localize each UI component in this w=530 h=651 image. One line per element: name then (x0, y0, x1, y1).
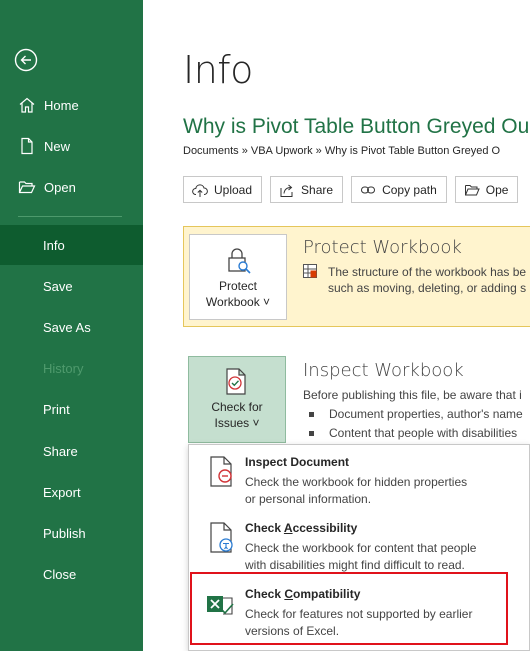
menu-item-desc-line: Check the workbook for hidden properties (245, 475, 468, 489)
protect-workbook-text-2: such as moving, deleting, or adding s (328, 281, 527, 295)
menu-item-title: Check (245, 521, 284, 535)
highlight-box (190, 572, 508, 645)
upload-button[interactable]: Upload (183, 176, 263, 203)
protect-workbook-section: Protect Workbook ˅ Protect Workbook The … (183, 226, 530, 327)
cloud-upload-icon (192, 183, 208, 197)
sidebar-item-label: New (44, 138, 71, 154)
sidebar-item-label: Info (43, 237, 65, 253)
menu-item-desc-line: or personal information. (245, 491, 372, 506)
folder-icon (464, 184, 480, 195)
check-accessibility-description: Check the workbook for content that peop… (245, 540, 476, 573)
menu-item-title: Inspect Document (245, 455, 350, 469)
document-title: Why is Pivot Table Button Greyed Ou (183, 115, 530, 138)
list-item: Content that people with disabilities (303, 424, 523, 443)
home-icon (19, 97, 35, 113)
access-key: A (283, 521, 293, 535)
bullet-text: Document properties, author's name (329, 407, 523, 421)
inspect-document-description: Check the workbook for hidden properties… (245, 474, 467, 507)
sidebar-item-label: Close (43, 566, 77, 582)
protect-workbook-label-2: Workbook ˅ (205, 295, 271, 309)
sidebar-item-label: Save As (43, 319, 91, 335)
breadcrumb: Documents » VBA Upwork » Why is Pivot Ta… (183, 145, 501, 157)
sidebar-item-label: Export (43, 484, 81, 500)
bullet-text: Content that people with disabilities (329, 426, 518, 440)
file-actions-toolbar: Upload Share Copy path Ope (183, 176, 519, 203)
share-button-label: Share (301, 182, 334, 197)
share-icon (280, 184, 293, 197)
menu-item-desc-line: Check the workbook for content that peop… (245, 541, 477, 555)
link-icon (361, 186, 376, 193)
page-title: Info (183, 48, 253, 92)
new-document-icon (21, 137, 33, 155)
sidebar-item-save[interactable]: Save (0, 266, 143, 306)
sidebar-divider (18, 216, 122, 217)
sidebar-item-open[interactable]: Open (0, 167, 143, 207)
protect-workbook-title: Protect Workbook (303, 237, 462, 258)
sidebar-item-save-as[interactable]: Save As (0, 307, 143, 347)
check-for-issues-label-2: Issues ˅ (214, 416, 260, 430)
backstage-sidebar: Home New Open Info Save Save As History … (0, 0, 143, 651)
inspect-document-title: Inspect Document (245, 455, 349, 469)
sidebar-item-home[interactable]: Home (0, 85, 143, 125)
sidebar-item-label: Share (43, 443, 78, 459)
protect-workbook-label-1: Protect (218, 279, 257, 293)
sidebar-item-publish[interactable]: Publish (0, 513, 143, 553)
menu-item-desc-line: with disabilities might find difficult t… (245, 557, 465, 572)
inspect-bullet-list: Document properties, author's name Conte… (303, 405, 523, 443)
protect-workbook-button[interactable]: Protect Workbook ˅ (189, 234, 287, 320)
sidebar-item-close[interactable]: Close (0, 554, 143, 594)
copy-path-button[interactable]: Copy path (351, 176, 447, 203)
copy-path-button-label: Copy path (382, 182, 437, 197)
sidebar-item-label: Open (44, 179, 76, 195)
sidebar-item-history: History (0, 348, 143, 388)
sidebar-item-print[interactable]: Print (0, 389, 143, 429)
sidebar-item-info[interactable]: Info (0, 225, 143, 265)
check-document-icon (226, 368, 246, 395)
protect-workbook-text-1: The structure of the workbook has be (328, 265, 527, 279)
workbook-structure-icon (303, 264, 317, 278)
menu-item-title-rest: ccessibility (292, 521, 358, 535)
check-accessibility-title: Check Accessibility (245, 521, 357, 535)
menu-item-inspect-document[interactable]: Inspect Document Check the workbook for … (189, 445, 530, 509)
sidebar-item-label: History (43, 360, 84, 376)
lock-search-icon (228, 248, 251, 274)
bullet-icon (309, 412, 314, 417)
upload-button-label: Upload (214, 182, 253, 197)
sidebar-item-export[interactable]: Export (0, 472, 143, 512)
check-for-issues-button[interactable]: Check for Issues ˅ (188, 356, 286, 443)
inspect-document-icon (210, 456, 232, 487)
share-button[interactable]: Share (270, 176, 344, 203)
sidebar-item-share[interactable]: Share (0, 431, 143, 471)
back-arrow-icon[interactable] (14, 48, 38, 72)
sidebar-item-label: Print (43, 401, 70, 417)
open-file-location-button[interactable]: Ope (454, 176, 519, 203)
menu-item-check-accessibility[interactable]: Check Accessibility Check the workbook f… (189, 511, 530, 575)
sidebar-item-label: Save (43, 278, 73, 294)
open-file-location-label: Ope (485, 182, 509, 197)
sidebar-item-new[interactable]: New (0, 126, 143, 166)
check-for-issues-label-1: Check for (211, 400, 263, 414)
folder-open-icon (18, 181, 36, 194)
sidebar-item-label: Publish (43, 525, 86, 541)
inspect-workbook-intro: Before publishing this file, be aware th… (303, 388, 522, 402)
accessibility-check-icon (210, 522, 233, 553)
list-item: Document properties, author's name (303, 405, 523, 424)
bullet-icon (309, 431, 314, 436)
sidebar-item-label: Home (44, 97, 79, 113)
inspect-workbook-title: Inspect Workbook (303, 360, 464, 381)
